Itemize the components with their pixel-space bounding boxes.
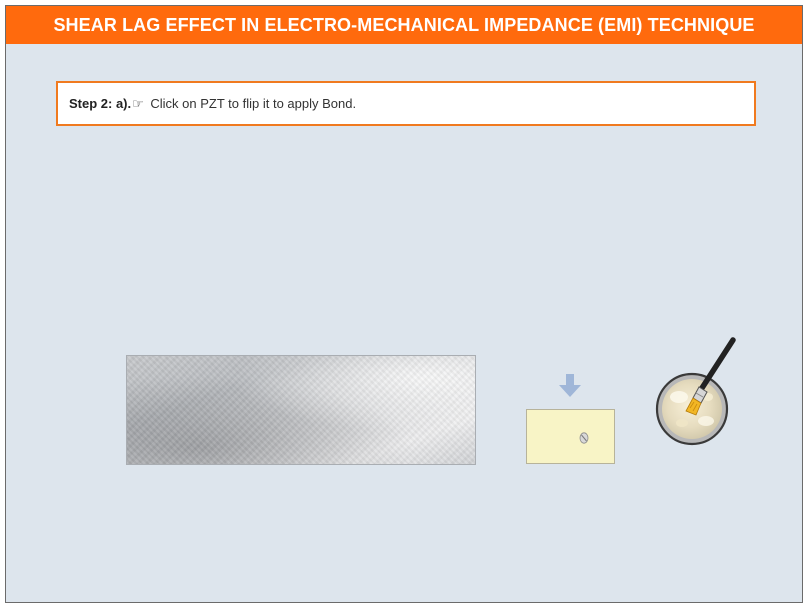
- simulation-frame: SHEAR LAG EFFECT IN ELECTRO-MECHANICAL I…: [5, 5, 803, 603]
- pzt-patch[interactable]: [526, 409, 615, 464]
- page-title: SHEAR LAG EFFECT IN ELECTRO-MECHANICAL I…: [6, 6, 802, 44]
- down-arrow-icon: [559, 374, 581, 397]
- pointing-hand-icon: ☞: [132, 97, 144, 112]
- pzt-electrode-icon: [579, 432, 589, 444]
- adhesive-bowl-with-brush-icon[interactable]: [646, 331, 746, 446]
- plate-texture: [127, 356, 475, 464]
- instruction-box: Step 2: a).☞ Click on PZT to flip it to …: [56, 81, 756, 126]
- host-structure-plate: [126, 355, 476, 465]
- step-label: Step 2: a).: [69, 96, 132, 111]
- instruction-text: Click on PZT to flip it to apply Bond.: [146, 96, 357, 111]
